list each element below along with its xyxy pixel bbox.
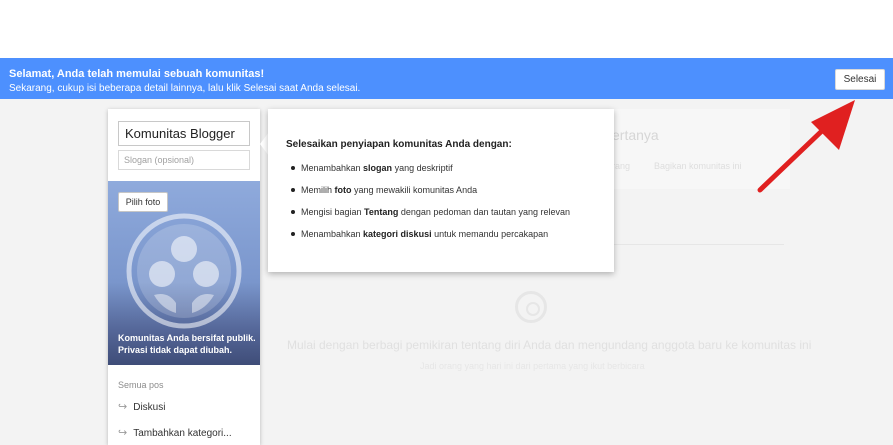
top-bar <box>0 0 893 58</box>
list-item: Menambahkan kategori diskusi untuk meman… <box>290 227 570 249</box>
arrow-right-icon: ↪ <box>118 427 128 439</box>
annotation-arrow-icon <box>757 100 855 193</box>
choose-photo-button[interactable]: Pilih foto <box>118 192 168 212</box>
faded-card-title: ertanya <box>612 127 659 143</box>
list-item: Memilih foto yang mewakili komunitas And… <box>290 183 570 205</box>
callout-heading: Selesaikan penyiapan komunitas Anda deng… <box>286 139 512 150</box>
welcome-banner: Selamat, Anda telah memulai sebuah komun… <box>0 58 893 99</box>
faded-divider <box>612 244 784 245</box>
arrow-right-icon: ↪ <box>118 401 128 413</box>
nav-item-discussion[interactable]: ↪ Diskusi <box>118 400 165 413</box>
faded-empty-icon <box>515 291 547 323</box>
privacy-note: Komunitas Anda bersifat publik. Privasi … <box>118 332 256 356</box>
cover-photo: Pilih foto Komunitas Anda bersifat publi… <box>108 181 260 365</box>
banner-subtitle: Sekarang, cukup isi beberapa detail lain… <box>9 83 361 94</box>
privacy-note-line1: Komunitas Anda bersifat publik. <box>118 333 256 343</box>
community-name-input[interactable] <box>118 121 250 146</box>
faded-tab: rang <box>612 161 631 171</box>
faded-empty-subtext: Jadi orang yang hari ini dari pertama ya… <box>420 361 645 371</box>
setup-callout: Selesaikan penyiapan komunitas Anda deng… <box>268 109 614 272</box>
slogan-input[interactable] <box>118 150 250 170</box>
nav-item-add-category[interactable]: ↪ Tambahkan kategori... <box>118 426 232 439</box>
faded-share-tab: Bagikan komunitas ini <box>654 161 742 171</box>
done-button[interactable]: Selesai <box>835 69 885 90</box>
nav-item-label: Tambahkan kategori... <box>133 428 232 439</box>
banner-title: Selamat, Anda telah memulai sebuah komun… <box>9 68 265 80</box>
nav-item-label: Diskusi <box>133 402 166 413</box>
list-item: Mengisi bagian Tentang dengan pedoman da… <box>290 205 570 227</box>
community-sidebar: Pilih foto Komunitas Anda bersifat publi… <box>108 109 260 445</box>
callout-list: Menambahkan slogan yang deskriptif Memil… <box>290 161 570 249</box>
faded-empty-text: Mulai dengan berbagi pemikiran tentang d… <box>287 338 812 352</box>
privacy-note-line2: Privasi tidak dapat diubah. <box>118 345 233 355</box>
nav-header: Semua pos <box>118 380 164 390</box>
list-item: Menambahkan slogan yang deskriptif <box>290 161 570 183</box>
community-placeholder-icon <box>126 213 242 329</box>
